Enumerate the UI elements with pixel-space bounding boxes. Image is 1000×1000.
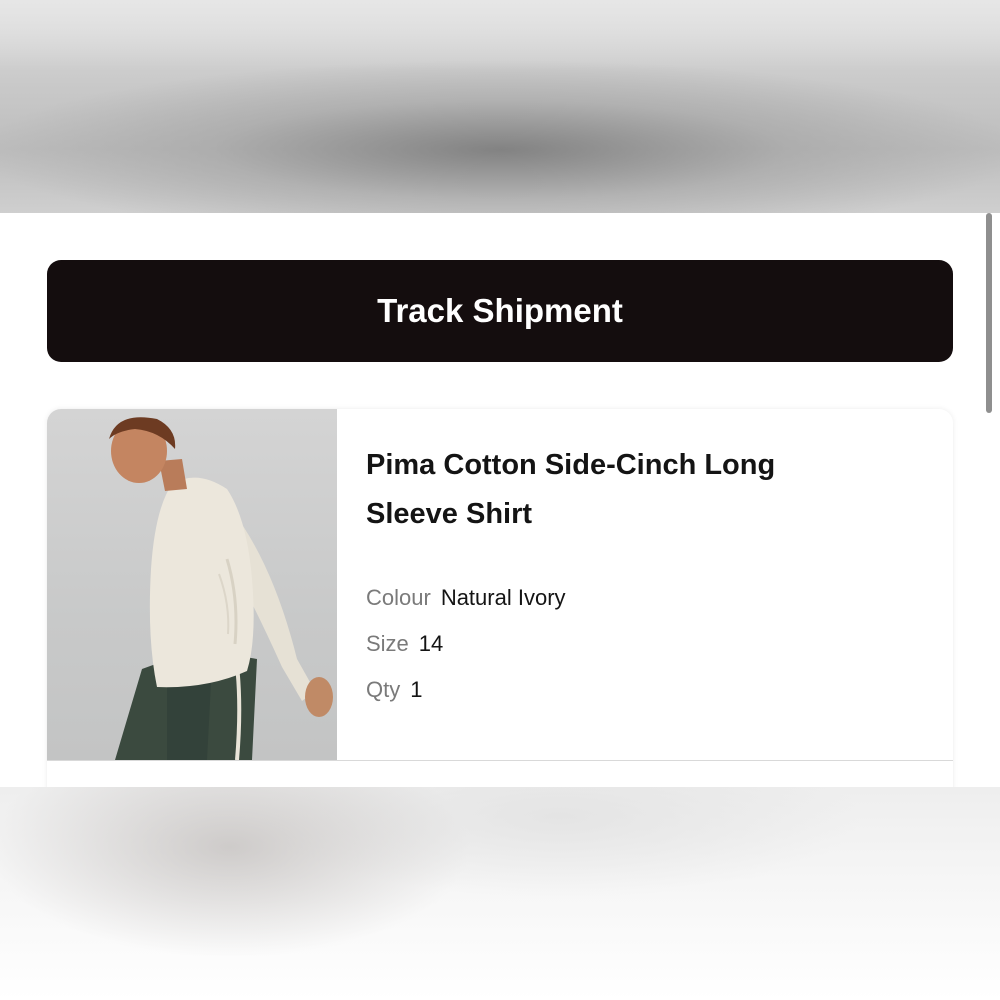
track-shipment-button[interactable]: Track Shipment: [47, 260, 953, 362]
scrollbar[interactable]: [986, 213, 992, 413]
product-title-line-2: Sleeve Shirt: [366, 498, 533, 530]
product-qty: Qty 1: [366, 675, 422, 705]
track-shipment-label: Track Shipment: [377, 292, 623, 329]
blurred-background-bottom: [0, 787, 1000, 1000]
card-divider: [47, 760, 953, 761]
page: Track Shipment Pima Cotton Side-Cinch Lo…: [0, 0, 1000, 1000]
product-title-line-1: Pima Cotton Side-Cinch Long: [366, 449, 776, 481]
qty-label: Qty: [366, 677, 401, 702]
order-item-card[interactable]: Pima Cotton Side-Cinch Long Sleeve Shirt…: [47, 409, 953, 787]
colour-value: Natural Ivory: [440, 585, 566, 610]
qty-value: 1: [410, 677, 423, 702]
product-title[interactable]: Pima Cotton Side-Cinch Long Sleeve Shirt: [366, 441, 886, 539]
product-colour: Colour Natural Ivory: [366, 583, 566, 613]
size-value: 14: [418, 631, 444, 656]
size-label: Size: [366, 631, 409, 656]
product-photo-model-icon: [109, 417, 333, 760]
order-screen: Track Shipment Pima Cotton Side-Cinch Lo…: [0, 213, 1000, 787]
blurred-background-top: [0, 0, 1000, 213]
colour-label: Colour: [366, 585, 431, 610]
product-size: Size 14: [366, 629, 443, 659]
product-image[interactable]: [47, 409, 337, 760]
